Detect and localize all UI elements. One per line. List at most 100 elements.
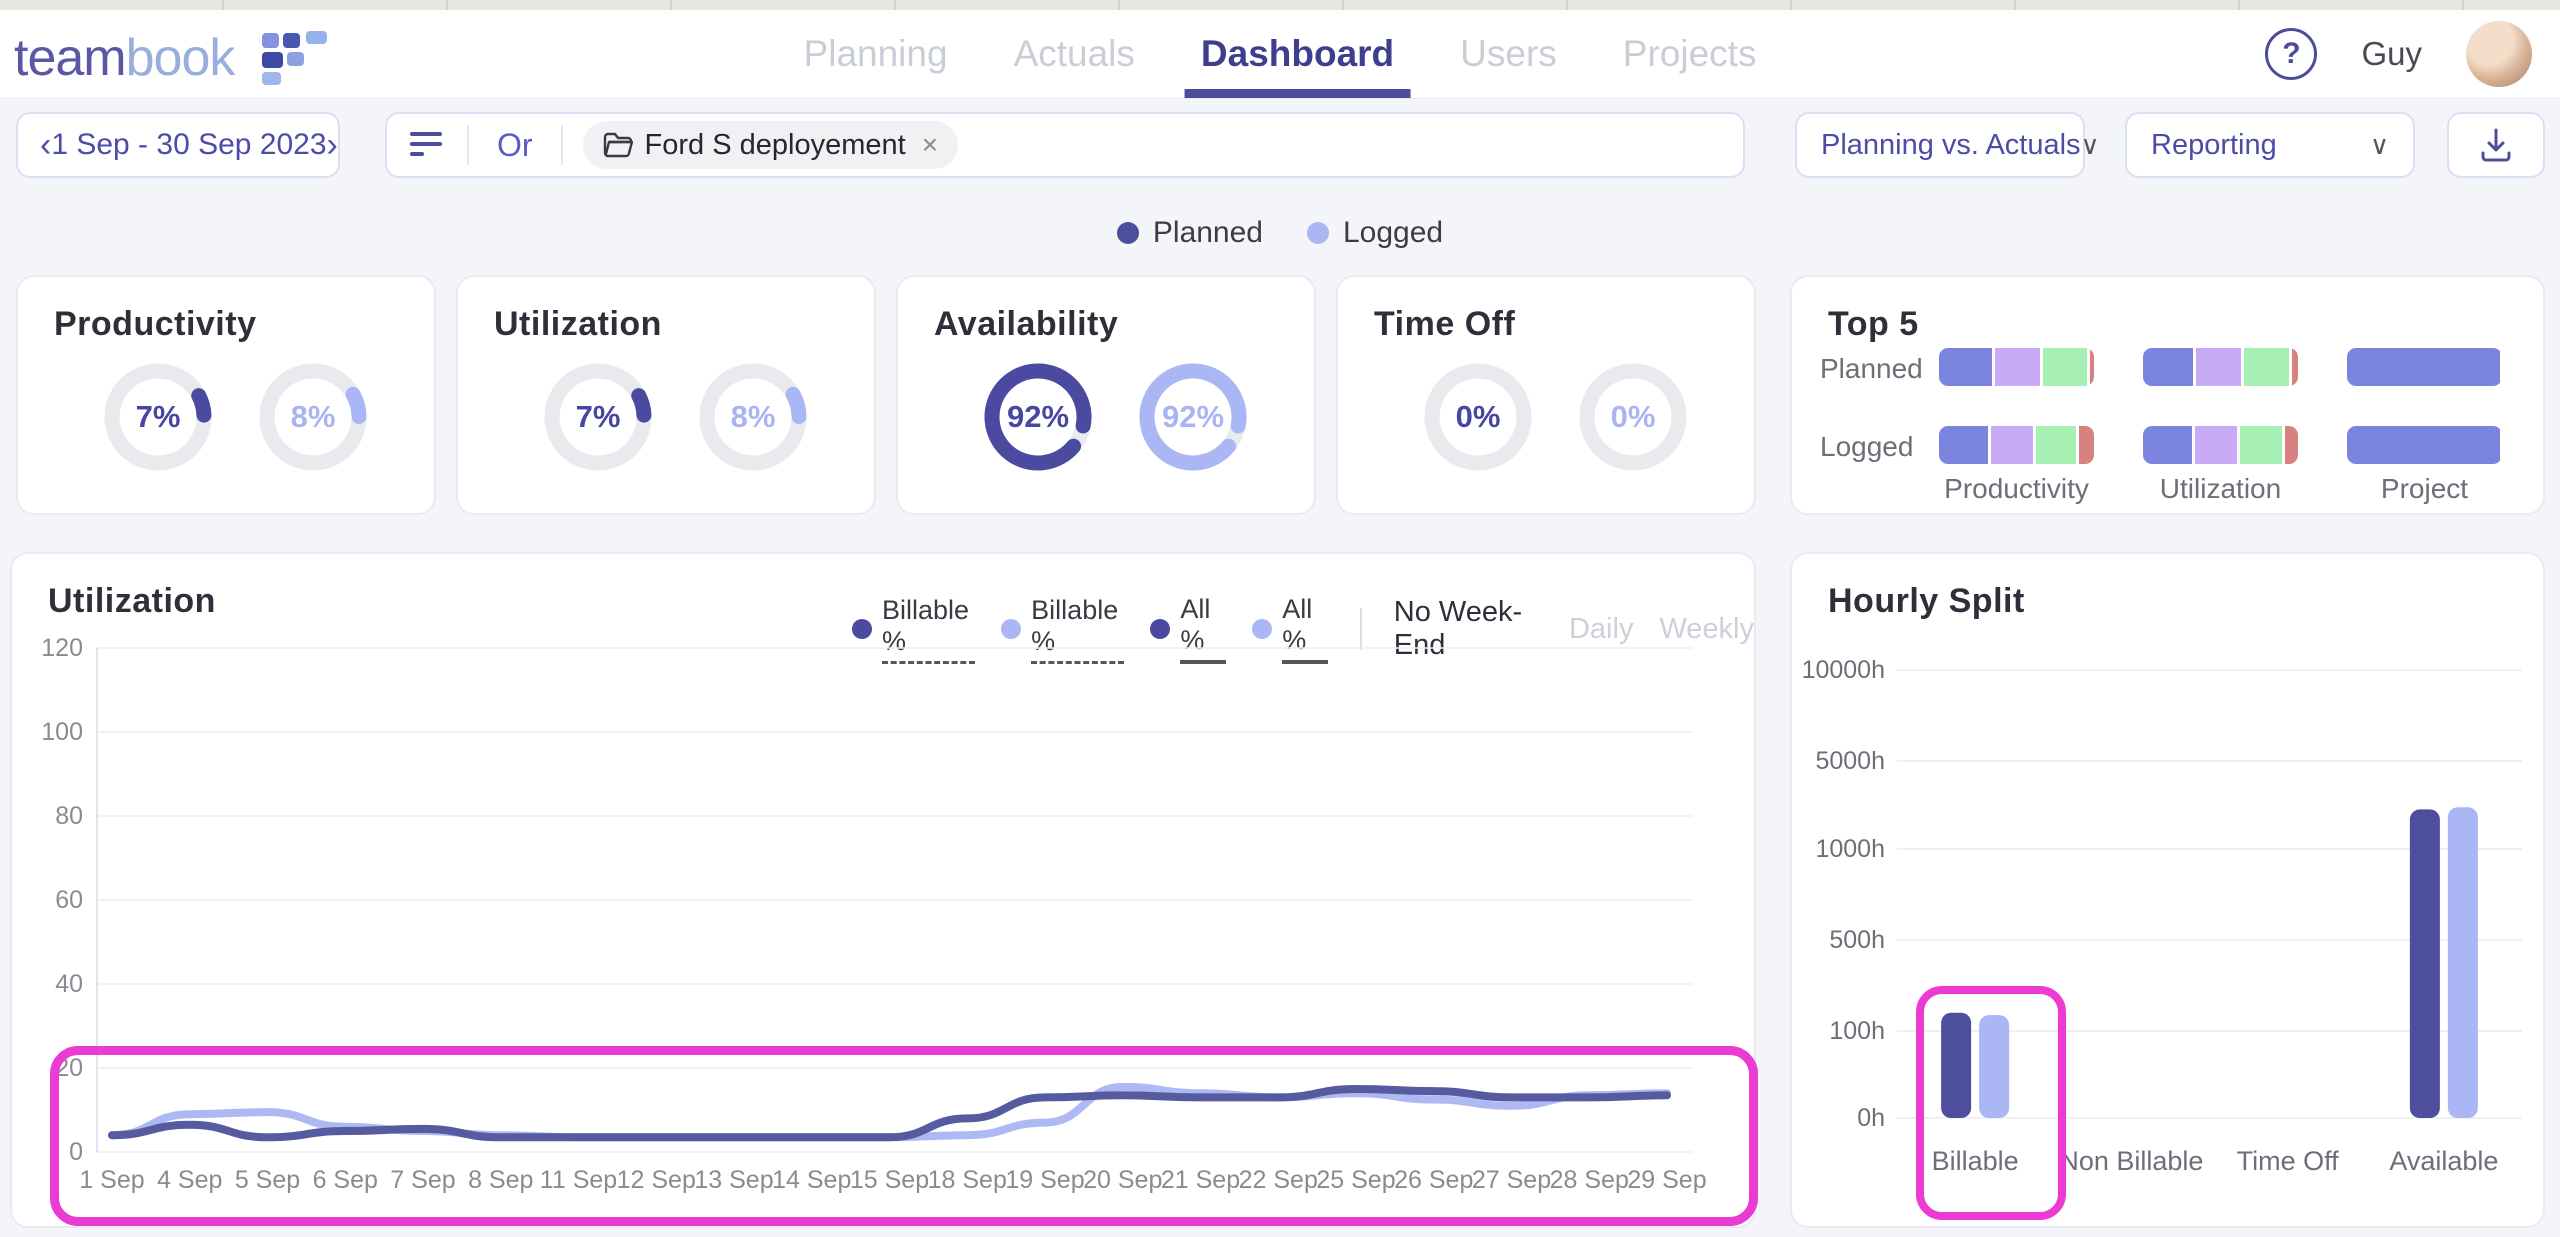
- svg-text:21 Sep: 21 Sep: [1161, 1166, 1240, 1194]
- top5-row-label: Logged: [1820, 431, 1913, 463]
- question-icon: ?: [2282, 37, 2300, 71]
- user-name: Guy: [2361, 35, 2422, 73]
- metric-card-title: Productivity: [54, 305, 256, 344]
- tab-users[interactable]: Users: [1460, 10, 1557, 98]
- svg-text:19 Sep: 19 Sep: [1005, 1166, 1084, 1194]
- report-dropdown[interactable]: Reporting ∨: [2125, 112, 2415, 178]
- svg-text:100: 100: [41, 718, 83, 746]
- top5-title: Top 5: [1828, 305, 1919, 344]
- donut-value: 92%: [1133, 357, 1253, 477]
- date-range-picker[interactable]: ‹ 1 Sep - 30 Sep 2023 ›: [16, 112, 340, 178]
- next-period-button[interactable]: ›: [327, 128, 338, 162]
- top5-column-label: Utilization: [2160, 473, 2281, 505]
- metric-card-title: Utilization: [494, 305, 662, 344]
- project-filter-chip[interactable]: Ford S deployement ×: [583, 121, 959, 169]
- tab-actuals[interactable]: Actuals: [1014, 10, 1135, 98]
- svg-text:20: 20: [55, 1054, 83, 1082]
- dashboard-page: teambook Planning Actuals Dashboard Users Pr…: [0, 0, 2560, 1237]
- svg-text:4 Sep: 4 Sep: [157, 1166, 222, 1194]
- metric-card-availability: Availability 92% 92%: [896, 275, 1316, 515]
- top5-card: Top 5 Planned Logged Productivity Utilizati…: [1790, 275, 2545, 515]
- svg-text:1 Sep: 1 Sep: [79, 1166, 144, 1194]
- folder-icon: [603, 132, 633, 158]
- main-nav: Planning Actuals Dashboard Users Projects: [804, 10, 1757, 98]
- svg-text:Non Billable: Non Billable: [2059, 1146, 2203, 1176]
- svg-text:13 Sep: 13 Sep: [694, 1166, 773, 1194]
- legend-item-logged: Logged: [1307, 216, 1443, 250]
- top5-row-label: Planned: [1820, 353, 1923, 385]
- svg-text:15 Sep: 15 Sep: [850, 1166, 929, 1194]
- filter-input[interactable]: Or Ford S deployement ×: [385, 112, 1745, 178]
- top5-bar: [2143, 348, 2298, 386]
- metric-card-title: Time Off: [1374, 305, 1515, 344]
- metric-card-time-off: Time Off 0% 0%: [1336, 275, 1756, 515]
- filter-icon[interactable]: [407, 130, 447, 160]
- svg-text:100h: 100h: [1829, 1017, 1885, 1045]
- logo-grid-icon: [262, 31, 326, 81]
- donut-value: 92%: [978, 357, 1098, 477]
- tab-projects[interactable]: Projects: [1623, 10, 1757, 98]
- donut-value: 8%: [693, 357, 813, 477]
- top5-column-label: Project: [2381, 473, 2468, 505]
- svg-text:25 Sep: 25 Sep: [1316, 1166, 1395, 1194]
- svg-text:22 Sep: 22 Sep: [1239, 1166, 1318, 1194]
- donut-light: 8%: [693, 357, 813, 477]
- logo-text-team: team: [14, 29, 126, 87]
- tab-dashboard[interactable]: Dashboard: [1201, 10, 1394, 98]
- filter-operator[interactable]: Or: [489, 127, 541, 164]
- top5-bar: [2347, 426, 2502, 464]
- browser-tab-strip: [0, 0, 2560, 10]
- donut-dark: 92%: [978, 357, 1098, 477]
- legend-dot: [1117, 222, 1139, 244]
- donut-value: 0%: [1418, 357, 1538, 477]
- svg-text:20 Sep: 20 Sep: [1083, 1166, 1162, 1194]
- help-button[interactable]: ?: [2265, 28, 2317, 80]
- svg-text:Billable: Billable: [1932, 1146, 2019, 1176]
- app-header: teambook Planning Actuals Dashboard Users Pr…: [0, 10, 2560, 99]
- svg-text:Time Off: Time Off: [2237, 1146, 2340, 1176]
- svg-text:0h: 0h: [1857, 1104, 1885, 1132]
- download-button[interactable]: [2447, 112, 2545, 178]
- top5-bar: [1939, 426, 2094, 464]
- utilization-chart-card: Utilization Billable %Billable %All %All…: [10, 552, 1756, 1228]
- view-mode-dropdown[interactable]: Planning vs. Actuals ∨: [1795, 112, 2085, 178]
- donut-light: 92%: [1133, 357, 1253, 477]
- svg-text:11 Sep: 11 Sep: [540, 1166, 617, 1194]
- svg-text:29 Sep: 29 Sep: [1627, 1166, 1706, 1194]
- top5-column-label: Productivity: [1944, 473, 2089, 505]
- svg-text:1000h: 1000h: [1815, 835, 1885, 863]
- planned-logged-legend: PlannedLogged: [0, 216, 2560, 250]
- user-avatar[interactable]: [2466, 21, 2532, 87]
- date-range-label[interactable]: 1 Sep - 30 Sep 2023: [51, 128, 326, 162]
- donut-dark: 7%: [538, 357, 658, 477]
- donut-value: 0%: [1573, 357, 1693, 477]
- svg-text:120: 120: [41, 634, 83, 662]
- download-icon: [2479, 127, 2513, 163]
- svg-text:60: 60: [55, 886, 83, 914]
- svg-text:14 Sep: 14 Sep: [772, 1166, 851, 1194]
- donut-light: 0%: [1573, 357, 1693, 477]
- svg-text:5000h: 5000h: [1815, 747, 1885, 775]
- donut-dark: 0%: [1418, 357, 1538, 477]
- chevron-down-icon: ∨: [2081, 130, 2100, 161]
- svg-text:10000h: 10000h: [1802, 656, 1885, 684]
- app-logo: teambook: [14, 28, 326, 88]
- donut-value: 7%: [98, 357, 218, 477]
- prev-period-button[interactable]: ‹: [40, 128, 51, 162]
- svg-text:12 Sep: 12 Sep: [617, 1166, 696, 1194]
- top5-bar: [2143, 426, 2298, 464]
- svg-text:5 Sep: 5 Sep: [235, 1166, 300, 1194]
- svg-text:40: 40: [55, 970, 83, 998]
- logo-text-book: book: [126, 29, 235, 87]
- donut-value: 7%: [538, 357, 658, 477]
- top5-bar: [2347, 348, 2502, 386]
- donut-light: 8%: [253, 357, 373, 477]
- chip-remove-icon[interactable]: ×: [918, 129, 938, 161]
- tab-planning[interactable]: Planning: [804, 10, 948, 98]
- legend-dot: [1307, 222, 1329, 244]
- divider: [467, 125, 469, 165]
- chip-label: Ford S deployement: [645, 129, 906, 162]
- metric-card-title: Availability: [934, 305, 1118, 344]
- svg-text:7 Sep: 7 Sep: [390, 1166, 455, 1194]
- metric-card-productivity: Productivity 7% 8%: [16, 275, 436, 515]
